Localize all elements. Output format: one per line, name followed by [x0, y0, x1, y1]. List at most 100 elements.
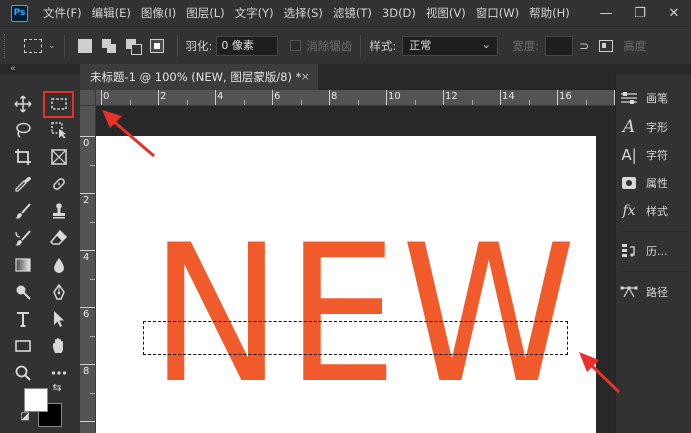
ruler-label: 6	[83, 309, 90, 320]
path-select-tool-icon[interactable]	[46, 307, 72, 331]
menu-window[interactable]: 窗口(W)	[471, 0, 524, 26]
add-selection-icon[interactable]	[101, 38, 116, 53]
panel-label: 样式	[646, 205, 668, 218]
intersect-selection-icon[interactable]	[149, 38, 164, 53]
tools-panel: ⇆ ◪	[0, 74, 80, 433]
swap-icon[interactable]: ⊃	[579, 39, 589, 53]
panel-divider	[620, 271, 688, 272]
foreground-color-swatch[interactable]	[24, 388, 48, 412]
ruler-label: 2	[83, 195, 90, 206]
selection-marquee[interactable]	[143, 321, 568, 355]
frame-tool-icon[interactable]	[46, 145, 72, 169]
zoom-tool-icon[interactable]	[10, 361, 36, 385]
rectangle-tool-icon[interactable]	[10, 334, 36, 358]
healing-brush-tool-icon[interactable]	[46, 172, 72, 196]
panel-styles[interactable]: fx 样式	[616, 197, 691, 225]
width-label: 宽度:	[512, 38, 540, 53]
close-button[interactable]: ✕	[657, 0, 691, 26]
photoshop-logo: Ps	[11, 4, 28, 22]
height-label: 高度	[623, 38, 647, 53]
panel-properties[interactable]: 属性	[616, 169, 691, 197]
style-select[interactable]: 正常	[402, 35, 499, 56]
options-grip[interactable]	[4, 33, 12, 58]
swap-colors-icon[interactable]: ⇆	[50, 380, 64, 394]
history-icon	[616, 243, 642, 259]
selected-tool-highlight	[43, 91, 74, 118]
close-icon[interactable]: ×	[301, 64, 310, 90]
menu-view[interactable]: 视图(V)	[421, 0, 471, 26]
ruler-label: 8	[83, 366, 90, 377]
ruler-label: 12	[445, 91, 458, 102]
clone-stamp-tool-icon[interactable]	[46, 199, 72, 223]
ruler-label: 2	[160, 91, 167, 102]
panel-label: 路径	[646, 286, 668, 299]
blur-tool-icon[interactable]	[46, 253, 72, 277]
panel-label: 历...	[646, 245, 668, 258]
gradient-tool-icon[interactable]	[10, 253, 36, 277]
properties-icon	[616, 176, 642, 190]
ruler-label: 10	[388, 91, 401, 102]
document-tabs: 未标题-1 @ 100% (NEW, 图层蒙版/8) * ×	[80, 64, 615, 90]
menu-layer[interactable]: 图层(L)	[181, 0, 229, 26]
options-bar: ⌄ 羽化: 0 像素 消除锯齿 样式: 正常 宽度: ⊃ 高度	[0, 26, 691, 64]
feather-input[interactable]: 0 像素	[216, 35, 279, 56]
ruler-vertical[interactable]: 0 2 4 6 8	[80, 106, 96, 433]
antialias-checkbox[interactable]	[290, 40, 302, 51]
menu-edit[interactable]: 编辑(E)	[87, 0, 136, 26]
select-and-mask-icon[interactable]	[599, 39, 614, 52]
new-selection-icon[interactable]	[77, 38, 92, 53]
ruler-corner[interactable]	[80, 90, 96, 106]
crop-tool-icon[interactable]	[10, 145, 36, 169]
document-tab-title: 未标题-1 @ 100% (NEW, 图层蒙版/8) *	[90, 70, 302, 84]
menu-filter[interactable]: 滤镜(T)	[328, 0, 377, 26]
canvas-text-layer[interactable]: NEW	[150, 220, 580, 410]
menu-file[interactable]: 文件(F)	[38, 0, 87, 26]
menu-select[interactable]: 选择(S)	[279, 0, 328, 26]
panel-label: 属性	[646, 177, 668, 190]
pen-tool-icon[interactable]	[46, 280, 72, 304]
eraser-tool-icon[interactable]	[46, 226, 72, 250]
width-input[interactable]	[545, 35, 574, 56]
history-brush-tool-icon[interactable]	[10, 226, 36, 250]
object-select-tool-icon[interactable]	[46, 118, 72, 142]
document-tab[interactable]: 未标题-1 @ 100% (NEW, 图层蒙版/8) * ×	[80, 64, 318, 90]
antialias-label: 消除锯齿	[306, 38, 353, 53]
menu-type[interactable]: 文字(Y)	[230, 0, 279, 26]
chevron-down-icon[interactable]: ⌄	[48, 41, 56, 51]
menu-3d[interactable]: 3D(D)	[377, 0, 421, 26]
minimize-button[interactable]: —	[589, 0, 623, 26]
panel-label: 字形	[646, 121, 668, 134]
dodge-tool-icon[interactable]	[10, 280, 36, 304]
ruler-label: 4	[217, 91, 224, 102]
ruler-label: 16	[559, 91, 572, 102]
paths-icon	[616, 285, 642, 299]
divider	[63, 34, 65, 57]
rect-marquee-preset-icon[interactable]	[24, 38, 42, 53]
ruler-horizontal[interactable]: 0 2 4 6 8 10 12 14 16	[80, 90, 615, 106]
panel-history[interactable]: 历...	[616, 237, 691, 265]
ruler-label: 0	[103, 91, 110, 102]
restore-button[interactable]: ❐	[623, 0, 657, 26]
ruler-label: 0	[83, 138, 90, 149]
subtract-selection-icon[interactable]	[125, 38, 142, 55]
menu-help[interactable]: 帮助(H)	[524, 0, 575, 26]
brush-tool-icon[interactable]	[10, 199, 36, 223]
type-tool-icon[interactable]	[10, 307, 36, 331]
lasso-tool-icon[interactable]	[10, 118, 36, 142]
panel-paths[interactable]: 路径	[616, 278, 691, 306]
collapse-left-icon[interactable]: «	[10, 64, 16, 74]
window-controls: — ❐ ✕	[589, 0, 691, 26]
panel-character[interactable]: A| 字符	[616, 141, 691, 169]
hand-tool-icon[interactable]	[46, 334, 72, 358]
move-tool-icon[interactable]	[10, 92, 36, 116]
menu-bar: Ps 文件(F) 编辑(E) 图像(I) 图层(L) 文字(Y) 选择(S) 滤…	[0, 0, 691, 26]
eyedropper-tool-icon[interactable]	[10, 172, 36, 196]
ruler-label: 8	[331, 91, 338, 102]
menu-image[interactable]: 图像(I)	[136, 0, 181, 26]
feather-label: 羽化:	[185, 38, 213, 53]
panel-glyphs[interactable]: A 字形	[616, 113, 691, 141]
style-label: 样式:	[369, 38, 397, 53]
panel-brush-settings[interactable]: 画笔	[616, 84, 691, 112]
panel-label: 字符	[646, 149, 668, 162]
ruler-label: 6	[274, 91, 281, 102]
